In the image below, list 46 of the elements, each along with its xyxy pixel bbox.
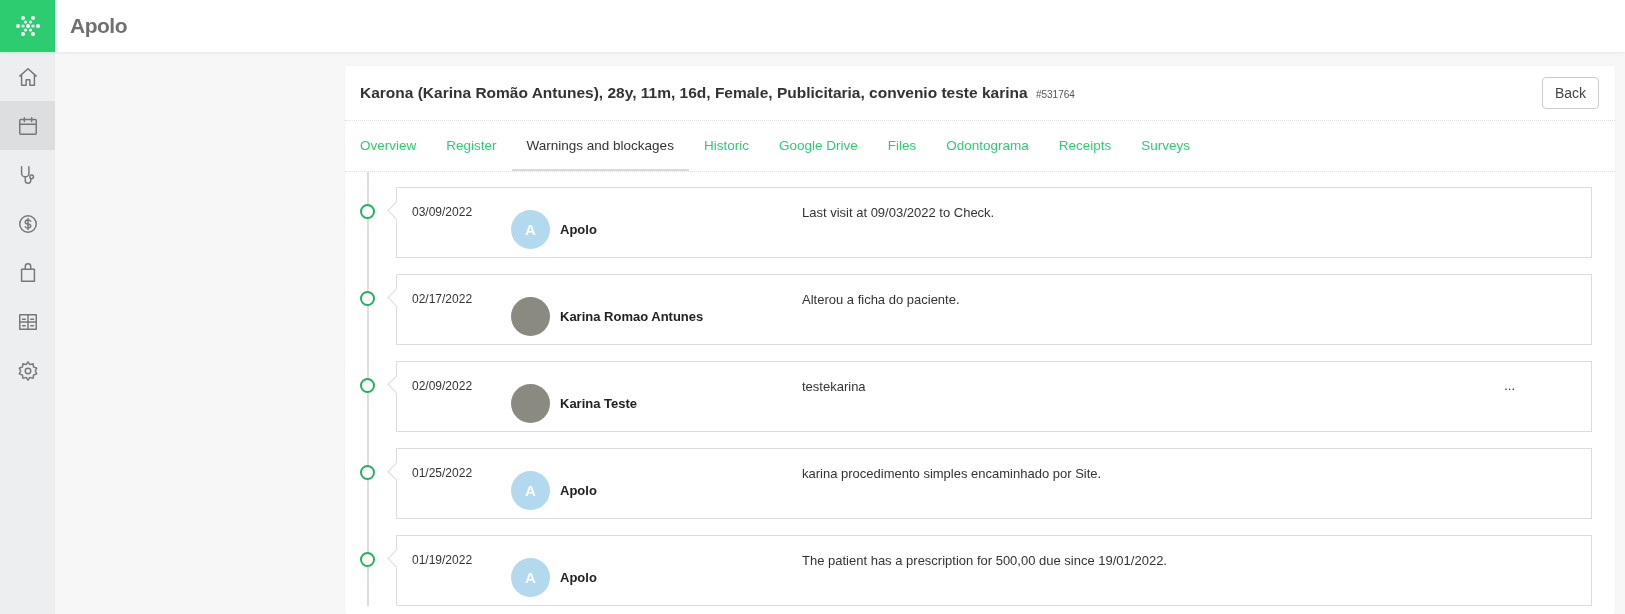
more-button[interactable]: ... [1500,376,1519,395]
author-name: Karina Romao Antunes [560,309,705,324]
tab[interactable]: Google Drive [763,121,873,171]
author-name: Karina Teste [560,396,639,411]
photo-placeholder [511,384,550,423]
tab[interactable]: Register [431,121,512,171]
avatar: A [511,471,550,510]
dollar-icon [16,212,39,235]
asterisk-dots-icon [14,13,41,39]
tab[interactable]: Files [872,121,932,171]
timeline-dot [360,291,375,306]
date-text: 02/09/2022 [412,379,474,393]
tab[interactable]: Odontograma [931,121,1044,171]
date-text: 01/19/2022 [412,553,474,567]
logo-icon[interactable] [0,0,55,52]
date-text: 03/09/2022 [412,205,474,219]
date-text: 02/17/2022 [412,292,474,306]
message-text: Last visit at 09/03/2022 to Check. [802,205,996,220]
back-button[interactable]: Back [1541,77,1599,109]
home-icon [16,65,39,88]
calendar-icon [16,114,39,137]
settings-icon [16,359,39,382]
message-text: karina procedimento simples encaminhado por Site. [802,466,1103,481]
timeline-dot [360,378,375,393]
photo-placeholder [511,297,550,336]
message-text: Alterou a ficha do paciente. [802,292,961,307]
tab[interactable]: Surveys [1126,121,1206,171]
timeline-dot [360,552,375,567]
message-text: The patient has a prescription for 500,00 due since 19/01/2022. [802,553,1168,568]
tab[interactable]: Warnings and blockages [511,121,689,171]
sidebar-item[interactable] [0,101,55,150]
timeline-dot [360,204,375,219]
date-text: 01/25/2022 [412,466,474,480]
author-name: Apolo [560,222,598,237]
tab[interactable]: Receipts [1043,121,1127,171]
avatar: A [511,210,550,249]
patient-id: #531764 [1035,89,1075,100]
message-text: testekarina [802,379,867,394]
author-name: Apolo [560,570,598,585]
app-title: Apolo [70,14,127,38]
patient-title: Karona (Karina Romão Antunes), 28y, 11m, 16d, Female, Publicitaria, convenio teste karina #531764 [360,84,1075,102]
timeline-dot [360,465,375,480]
tab[interactable]: Overview [345,121,432,171]
author-name: Apolo [560,483,598,498]
tab[interactable]: Historic [688,121,764,171]
avatar: A [511,558,550,597]
